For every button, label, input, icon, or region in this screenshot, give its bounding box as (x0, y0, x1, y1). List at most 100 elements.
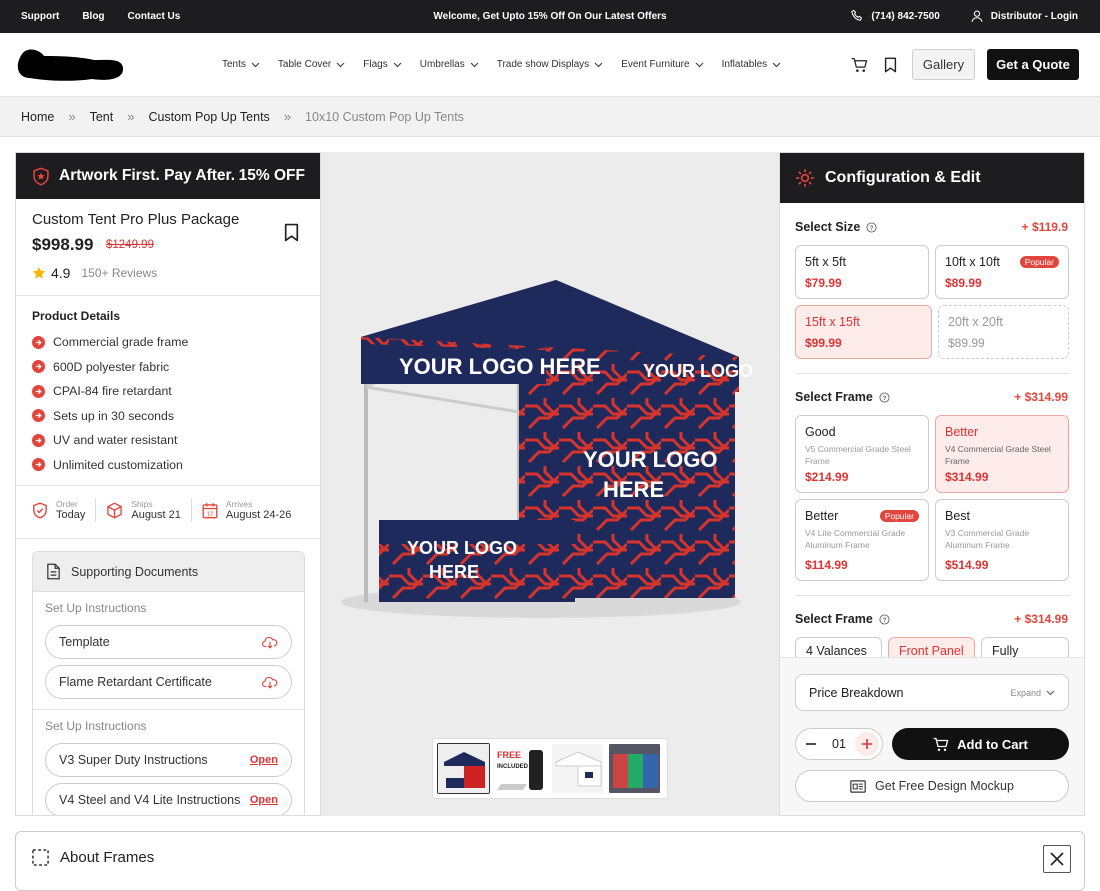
bookmark-icon[interactable] (884, 57, 897, 73)
frame-option-best[interactable]: Best V3 Commercial Grade Aluminum Frame $5… (935, 499, 1069, 581)
size-option-15x15[interactable]: 15ft x 15ft $99.99 (795, 305, 932, 359)
breadcrumb-home[interactable]: Home (21, 110, 54, 124)
size-option-20x20[interactable]: 20ft x 20ft $89.99 (938, 305, 1069, 359)
decrement-button[interactable] (799, 732, 823, 756)
divider (16, 485, 320, 486)
option-description: V4 Lite Commercial Grade Aluminum Frame (805, 528, 906, 550)
size-option-10x10[interactable]: 10ft x 10ft Popular $89.99 (935, 245, 1069, 299)
document-icon (47, 563, 60, 580)
expand-label: Expand (1010, 687, 1041, 698)
option-name: 5ft x 5ft (805, 255, 846, 269)
size-section-label: Select Size? (795, 220, 877, 234)
configuration-panel: Configuration & Edit Select Size? + $119… (779, 152, 1085, 816)
phone-number: (714) 842-7500 (871, 10, 940, 22)
add-to-cart-button[interactable]: Add to Cart (892, 728, 1069, 760)
quantity-value[interactable]: 01 (832, 737, 846, 751)
arrow-right-icon (32, 409, 45, 423)
arrow-right-icon (32, 335, 45, 349)
nav-table-cover[interactable]: Table Cover (278, 59, 345, 70)
help-icon[interactable]: ? (879, 613, 890, 625)
thumbnail-bag[interactable]: FREE INCLUDED (494, 743, 547, 794)
shipping-timeline: Order Today Ships August 21 12 Arrives Augu… (32, 498, 320, 522)
divider (16, 538, 320, 539)
promo-discount: 15% OFF (238, 167, 305, 184)
close-button[interactable] (1043, 845, 1071, 873)
phone-link[interactable]: (714) 842-7500 (850, 9, 940, 23)
design-mockup-button[interactable]: Get Free Design Mockup (795, 770, 1069, 802)
list-item: Sets up in 30 seconds (32, 404, 188, 429)
breadcrumb-separator: » (68, 109, 76, 124)
price-breakdown-toggle[interactable]: Price Breakdown Expand (795, 674, 1069, 711)
contact-link[interactable]: Contact Us (128, 11, 181, 22)
promo-text: Artwork First. Pay After. (59, 167, 236, 184)
help-icon[interactable]: ? (879, 391, 890, 403)
list-item: CPAI-84 fire retardant (32, 379, 188, 404)
popular-badge: Popular (879, 510, 919, 522)
document-name: Template (59, 635, 110, 649)
arrow-right-icon (32, 360, 45, 374)
logo-text-table-1: YOUR LOGO (407, 538, 517, 558)
documents-header[interactable]: Supporting Documents (33, 552, 304, 592)
add-to-cart-label: Add to Cart (957, 736, 1028, 752)
v4-instructions-document[interactable]: V4 Steel and V4 Lite Instructions Open (45, 783, 292, 815)
review-count[interactable]: 150+ Reviews (81, 266, 157, 280)
get-quote-button[interactable]: Get a Quote (987, 49, 1079, 80)
brand-logo[interactable] (16, 48, 124, 82)
help-icon[interactable]: ? (866, 221, 877, 233)
option-description: V5 Commercial Grade Steel Frame (805, 444, 911, 466)
logo-text-canopy: YOUR LOGO HERE (399, 354, 601, 379)
frame-option-good[interactable]: Good V5 Commercial Grade Steel Frame $214.… (795, 415, 929, 493)
login-link[interactable]: Distributor - Login (970, 9, 1078, 23)
nav-inflatables[interactable]: Inflatables (722, 59, 782, 70)
breadcrumb-current: 10x10 Custom Pop Up Tents (305, 109, 464, 124)
open-link[interactable]: Open (250, 754, 278, 766)
v3-instructions-document[interactable]: V3 Super Duty Instructions Open (45, 743, 292, 777)
order-info: Order Today (32, 499, 85, 521)
nav-flags[interactable]: Flags (363, 59, 402, 70)
frame-dashed-icon (32, 849, 49, 866)
breadcrumb-separator: » (127, 109, 135, 124)
increment-button[interactable] (855, 732, 879, 756)
product-image-area: YOUR LOGO HERE YOUR LOGO YOUR LOGO HERE … (321, 152, 779, 816)
nav-trade-show[interactable]: Trade show Displays (497, 59, 603, 70)
logo-text-side: YOUR LOGO (643, 361, 753, 381)
star-icon (32, 266, 46, 279)
thumbnail-white-tent[interactable] (551, 743, 604, 794)
cart-footer: Price Breakdown Expand 01 Add to Cart Ge… (780, 657, 1084, 815)
flame-retardant-document[interactable]: Flame Retardant Certificate (45, 665, 292, 699)
minus-icon (806, 743, 816, 745)
plus-icon (862, 739, 872, 749)
expand-control[interactable]: Expand (1010, 688, 1055, 698)
frame-option-better-lite[interactable]: Better Popular V4 Lite Commercial Grade Al… (795, 499, 929, 581)
chevron-down-icon (695, 62, 703, 67)
template-document[interactable]: Template (45, 625, 292, 659)
shield-star-icon (33, 166, 49, 186)
breadcrumb-tent[interactable]: Tent (90, 110, 114, 124)
thumbnail-event[interactable] (608, 743, 661, 794)
bookmark-icon[interactable] (284, 223, 299, 242)
chevron-down-icon (470, 62, 479, 67)
size-option-5x5[interactable]: 5ft x 5ft $79.99 (795, 245, 929, 299)
thumbnail-tent[interactable] (437, 743, 490, 794)
nav-umbrellas[interactable]: Umbrellas (420, 59, 479, 70)
breadcrumb-custom-pop-up[interactable]: Custom Pop Up Tents (148, 110, 269, 124)
shield-check-icon (33, 501, 47, 519)
gallery-button[interactable]: Gallery (912, 49, 975, 80)
detail-text: UV and water resistant (53, 433, 178, 448)
tent-product-image[interactable]: YOUR LOGO HERE YOUR LOGO YOUR LOGO HERE … (321, 262, 779, 742)
option-price: $79.99 (805, 276, 842, 290)
group-title: Set Up Instructions (45, 719, 147, 733)
supporting-documents: Supporting Documents Set Up Instructions… (32, 551, 305, 815)
nav-event-furniture[interactable]: Event Furniture (621, 59, 703, 70)
ships-info: Ships August 21 (106, 499, 181, 521)
cart-icon[interactable] (851, 57, 868, 73)
support-link[interactable]: Support (21, 11, 59, 22)
blog-link[interactable]: Blog (82, 11, 104, 22)
frame2-price: + $314.99 (1014, 612, 1068, 626)
frame-option-better-steel[interactable]: Better V4 Commercial Grade Steel Frame $31… (935, 415, 1069, 493)
open-link[interactable]: Open (250, 794, 278, 806)
divider (795, 373, 1070, 374)
about-frames-panel: About Frames (15, 831, 1085, 891)
nav-tents[interactable]: Tents (222, 59, 260, 70)
gear-icon (796, 169, 814, 187)
